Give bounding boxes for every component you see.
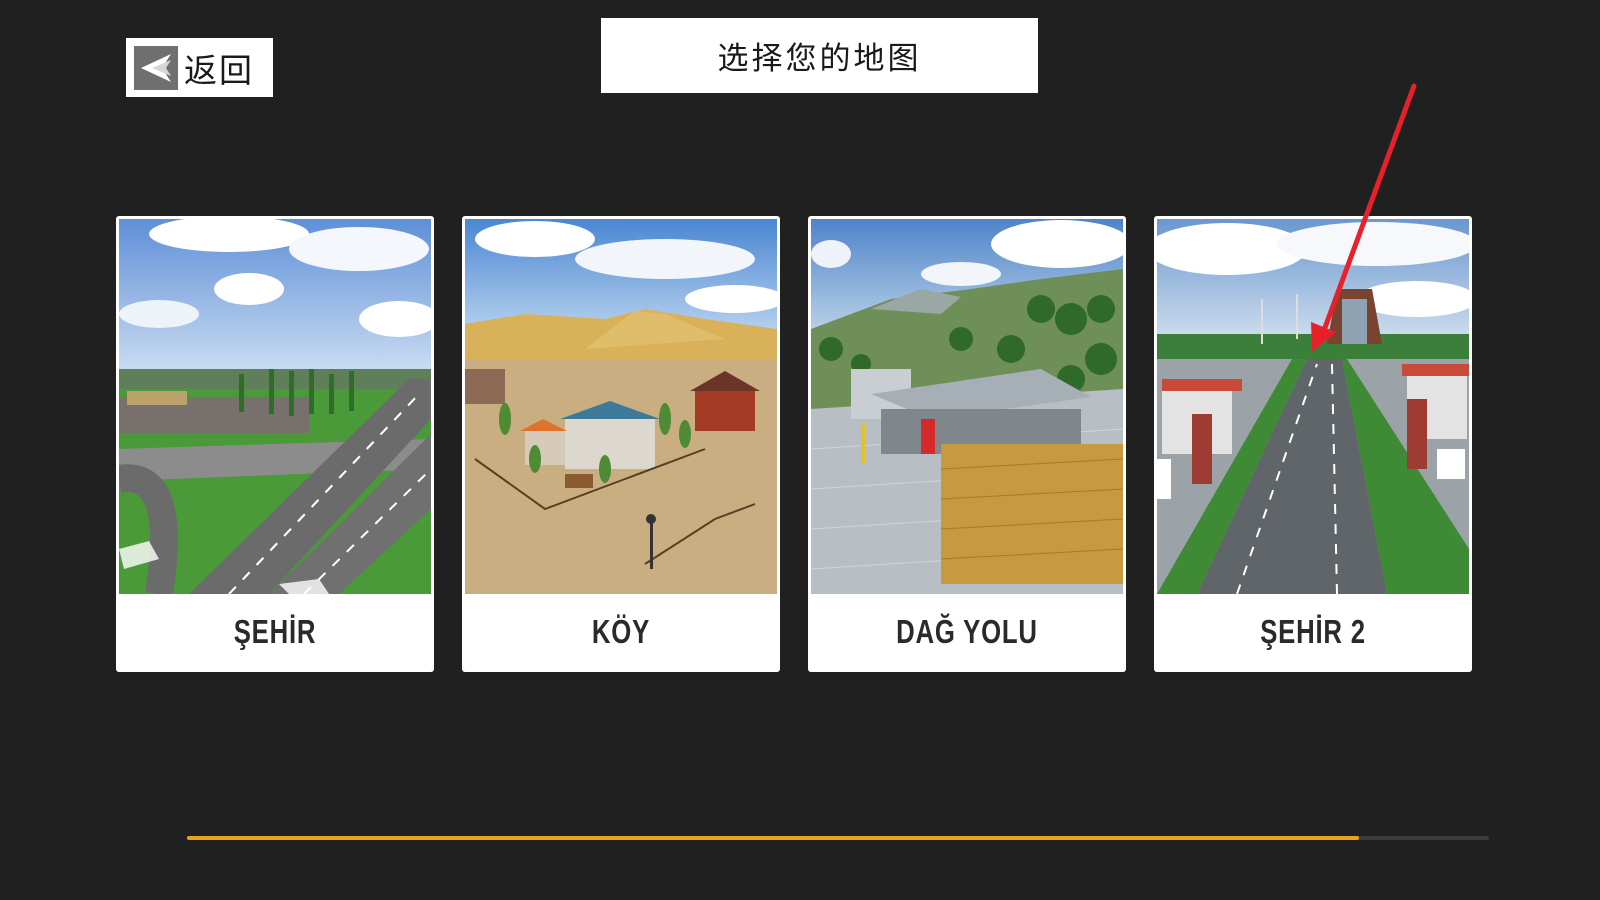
title-panel: 选择您的地图	[601, 18, 1038, 93]
map-thumbnail-dag-yolu	[811, 219, 1123, 594]
back-arrow-icon	[134, 45, 178, 90]
map-label: KÖY	[591, 612, 651, 650]
map-card-sehir-2[interactable]: ŞEHİR 2	[1154, 216, 1472, 672]
map-card-dag-yolu[interactable]: DAĞ YOLU	[808, 216, 1126, 672]
map-thumbnail-koy	[465, 219, 777, 594]
back-button[interactable]: 返回	[126, 38, 273, 97]
loading-progress-bar	[187, 836, 1489, 840]
map-label: ŞEHİR	[233, 612, 317, 650]
page-title: 选择您的地图	[717, 41, 922, 77]
map-label: ŞEHİR 2	[1260, 612, 1366, 650]
map-thumbnail-sehir	[119, 219, 431, 594]
map-thumbnail-sehir-2	[1157, 219, 1469, 594]
map-card-sehir[interactable]: ŞEHİR	[116, 216, 434, 672]
map-select-screen: 返回 选择您的地图 ŞEHİR KÖY DAĞ YOLU ŞEHİR 2	[0, 0, 1600, 900]
back-label: 返回	[184, 50, 254, 90]
map-card-koy[interactable]: KÖY	[462, 216, 780, 672]
loading-progress-fill	[187, 836, 1359, 840]
map-label: DAĞ YOLU	[896, 612, 1038, 650]
